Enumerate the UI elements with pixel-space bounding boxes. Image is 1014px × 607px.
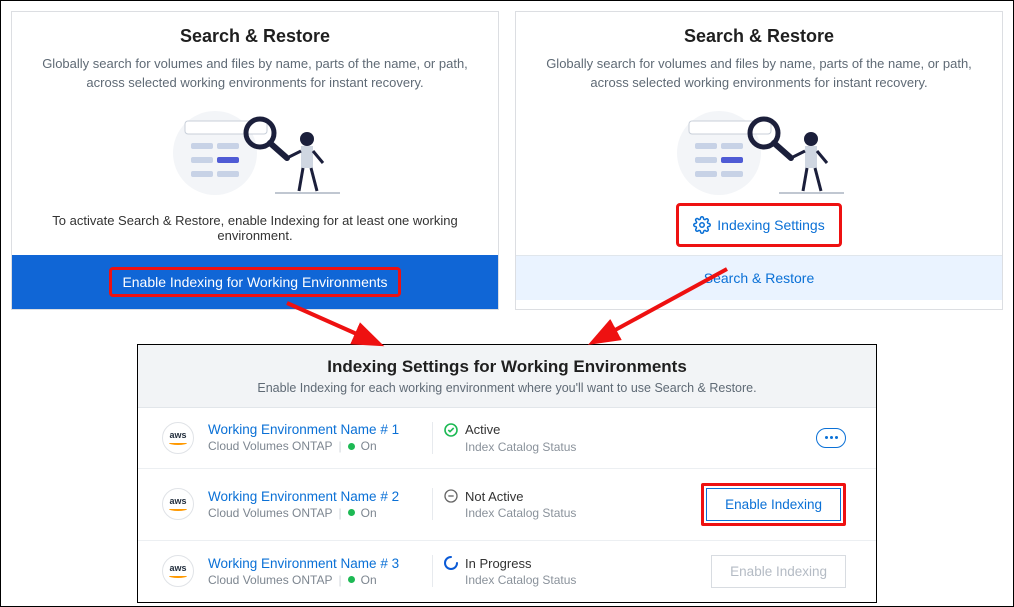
environment-name-link[interactable]: Working Environment Name # 1 bbox=[208, 422, 399, 437]
indexing-settings-link[interactable]: Indexing Settings bbox=[679, 206, 838, 244]
status-text: Active bbox=[465, 422, 500, 437]
on-label: On bbox=[361, 573, 377, 587]
status-text: Not Active bbox=[465, 489, 524, 504]
aws-icon: aws bbox=[162, 488, 194, 520]
card-description: Globally search for volumes and files by… bbox=[32, 55, 478, 93]
environment-name-link[interactable]: Working Environment Name # 2 bbox=[208, 489, 399, 504]
row-right bbox=[622, 428, 852, 448]
platform-label: Cloud Volumes ONTAP bbox=[208, 439, 333, 453]
status-line: Active bbox=[443, 422, 622, 438]
enable-indexing-button-disabled: Enable Indexing bbox=[711, 555, 846, 588]
row-middle: Active Index Catalog Status bbox=[432, 422, 622, 454]
card-title: Search & Restore bbox=[32, 26, 478, 47]
card-content: Search & Restore Globally search for vol… bbox=[516, 12, 1002, 255]
environment-subtext: Cloud Volumes ONTAP | On bbox=[208, 506, 399, 520]
search-restore-label: Search & Restore bbox=[704, 270, 815, 286]
status-line: Not Active bbox=[443, 488, 622, 504]
env-info: Working Environment Name # 3 Cloud Volum… bbox=[208, 556, 399, 587]
environment-subtext: Cloud Volumes ONTAP | On bbox=[208, 439, 399, 453]
search-illustration-svg bbox=[145, 103, 365, 203]
enable-label: Enable Indexing bbox=[730, 564, 827, 579]
platform-label: Cloud Volumes ONTAP bbox=[208, 506, 333, 520]
panel-header: Indexing Settings for Working Environmen… bbox=[138, 345, 876, 408]
enable-label: Enable Indexing bbox=[725, 497, 822, 512]
row-middle: Not Active Index Catalog Status bbox=[432, 488, 622, 520]
environment-name-link[interactable]: Working Environment Name # 3 bbox=[208, 556, 399, 571]
more-actions-button[interactable] bbox=[816, 428, 846, 448]
minus-circle-icon bbox=[443, 488, 459, 504]
indexing-settings-label: Indexing Settings bbox=[717, 217, 824, 233]
search-illustration bbox=[32, 103, 478, 203]
activation-instruction: To activate Search & Restore, enable Ind… bbox=[12, 203, 498, 255]
status-line: In Progress bbox=[443, 555, 622, 571]
status-text: In Progress bbox=[465, 556, 531, 571]
catalog-status-label: Index Catalog Status bbox=[465, 506, 622, 520]
search-restore-card-left: Search & Restore Globally search for vol… bbox=[11, 11, 499, 310]
card-description: Globally search for volumes and files by… bbox=[536, 55, 982, 93]
card-content: Search & Restore Globally search for vol… bbox=[12, 12, 498, 203]
search-illustration bbox=[536, 103, 982, 203]
catalog-status-label: Index Catalog Status bbox=[465, 573, 622, 587]
search-illustration-svg bbox=[649, 103, 869, 203]
row-right: Enable Indexing bbox=[622, 555, 852, 588]
row-right: Enable Indexing bbox=[622, 483, 852, 526]
row-left: aws Working Environment Name # 2 Cloud V… bbox=[162, 488, 432, 520]
enable-indexing-button[interactable]: Enable Indexing bbox=[706, 488, 841, 521]
search-restore-card-right: Search & Restore Globally search for vol… bbox=[515, 11, 1003, 310]
aws-icon: aws bbox=[162, 422, 194, 454]
environment-subtext: Cloud Volumes ONTAP | On bbox=[208, 573, 399, 587]
row-left: aws Working Environment Name # 3 Cloud V… bbox=[162, 555, 432, 587]
page-container: Search & Restore Globally search for vol… bbox=[0, 0, 1014, 607]
highlight-box: Indexing Settings bbox=[676, 203, 841, 247]
on-label: On bbox=[361, 439, 377, 453]
on-label: On bbox=[361, 506, 377, 520]
status-dot-icon bbox=[348, 443, 355, 450]
highlight-box: Enable Indexing bbox=[701, 483, 846, 526]
spinner-icon bbox=[443, 555, 459, 571]
top-cards-row: Search & Restore Globally search for vol… bbox=[11, 11, 1003, 310]
button-label: Enable Indexing for Working Environments bbox=[122, 274, 387, 290]
card-title: Search & Restore bbox=[536, 26, 982, 47]
highlight-box: Enable Indexing for Working Environments bbox=[109, 267, 400, 297]
aws-icon: aws bbox=[162, 555, 194, 587]
catalog-status-label: Index Catalog Status bbox=[465, 440, 622, 454]
env-info: Working Environment Name # 2 Cloud Volum… bbox=[208, 489, 399, 520]
status-dot-icon bbox=[348, 509, 355, 516]
panel-subtitle: Enable Indexing for each working environ… bbox=[158, 381, 856, 395]
row-left: aws Working Environment Name # 1 Cloud V… bbox=[162, 422, 432, 454]
panel-title: Indexing Settings for Working Environmen… bbox=[158, 357, 856, 377]
environment-row: aws Working Environment Name # 2 Cloud V… bbox=[138, 469, 876, 541]
env-info: Working Environment Name # 1 Cloud Volum… bbox=[208, 422, 399, 453]
gear-icon bbox=[693, 216, 711, 234]
environment-row: aws Working Environment Name # 1 Cloud V… bbox=[138, 408, 876, 469]
status-dot-icon bbox=[348, 576, 355, 583]
platform-label: Cloud Volumes ONTAP bbox=[208, 573, 333, 587]
environment-row: aws Working Environment Name # 3 Cloud V… bbox=[138, 541, 876, 602]
check-circle-icon bbox=[443, 422, 459, 438]
row-middle: In Progress Index Catalog Status bbox=[432, 555, 622, 587]
search-restore-link[interactable]: Search & Restore bbox=[516, 255, 1002, 300]
primary-button-container: Enable Indexing for Working Environments bbox=[12, 255, 498, 309]
enable-indexing-environments-button[interactable]: Enable Indexing for Working Environments bbox=[12, 255, 498, 309]
indexing-settings-panel: Indexing Settings for Working Environmen… bbox=[137, 344, 877, 603]
